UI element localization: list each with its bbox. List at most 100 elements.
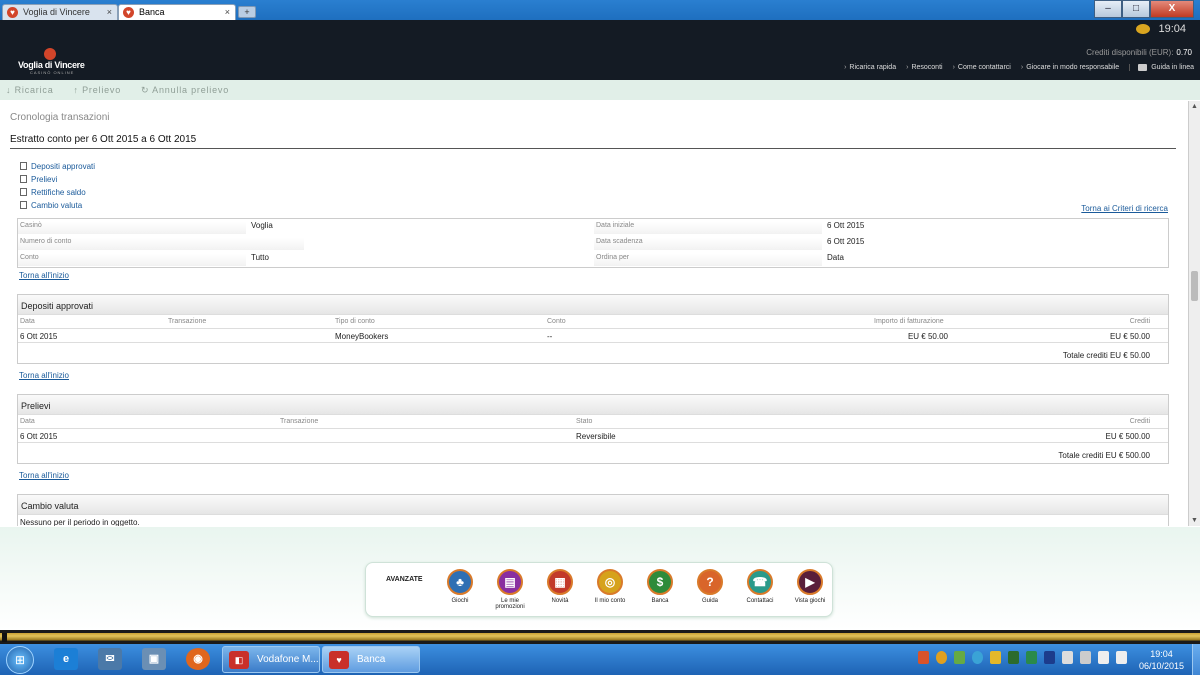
maximize-button[interactable]: □ bbox=[1122, 0, 1150, 18]
window-controls: – □ X bbox=[1094, 0, 1194, 18]
scroll-up-icon[interactable]: ▲ bbox=[1191, 103, 1198, 110]
dollar-icon: $ bbox=[647, 569, 673, 595]
tab-voglia-di-vincere[interactable]: ♥ Voglia di Vincere × bbox=[2, 4, 118, 20]
start-button[interactable]: ⊞ bbox=[6, 646, 34, 674]
browser-tab-strip: ♥ Voglia di Vincere × ♥ Banca × + – □ X bbox=[0, 0, 1200, 20]
banking-toolbar: ↓ Ricarica ↑ Prelievo ↻ Annulla prelievo bbox=[0, 80, 1200, 100]
dock-item-label: Novità bbox=[551, 598, 569, 604]
dock-item-banca[interactable]: $ Banca bbox=[640, 569, 680, 604]
end-date-value: 6 Ott 2015 bbox=[827, 237, 865, 246]
windows-taskbar: ⊞ e ✉ ▣ ◉ ◧ Vodafone M... ♥ Banca 19:04 … bbox=[0, 644, 1200, 675]
taskbar-app-label: Banca bbox=[357, 654, 386, 665]
tab-label: Banca bbox=[139, 7, 165, 17]
link-prelievi[interactable]: Prelievi bbox=[20, 175, 95, 188]
dock-item-label: Banca bbox=[651, 598, 669, 604]
currency-exchange-section: Cambio valuta Nessuno per il periodo in … bbox=[17, 494, 1169, 526]
new-tab-button[interactable]: + bbox=[238, 6, 256, 18]
help-icon: ? bbox=[697, 569, 723, 595]
bluetooth-icon[interactable] bbox=[1044, 651, 1055, 664]
scroll-thumb[interactable] bbox=[1191, 271, 1198, 301]
tray-app-icon[interactable] bbox=[918, 651, 929, 664]
minimize-button[interactable]: – bbox=[1094, 0, 1122, 18]
dock-item-label: Giochi bbox=[451, 598, 469, 604]
conto-value: Tutto bbox=[251, 253, 269, 262]
dock-item-giochi[interactable]: ♣ Giochi bbox=[440, 569, 480, 604]
prelievo-button[interactable]: ↑ Prelievo bbox=[74, 85, 122, 95]
taskbar-app-vodafone[interactable]: ◧ Vodafone M... bbox=[222, 646, 320, 673]
taskbar-app-banca[interactable]: ♥ Banca bbox=[322, 646, 420, 673]
row-status: Reversibile bbox=[576, 432, 616, 441]
breadcrumb: Cronologia transazioni bbox=[10, 112, 110, 123]
signal-icon[interactable] bbox=[1098, 651, 1109, 664]
link-rettifiche-saldo[interactable]: Rettifiche saldo bbox=[20, 188, 95, 201]
back-to-top-link[interactable]: Torna all'inizio bbox=[19, 471, 69, 480]
row-account-type: MoneyBookers bbox=[335, 332, 389, 341]
tray-update-icon[interactable] bbox=[972, 651, 983, 664]
tray-shield-icon[interactable] bbox=[1026, 651, 1037, 664]
dock-item-label: Vista giochi bbox=[794, 598, 826, 604]
ricarica-button[interactable]: ↓ Ricarica bbox=[6, 85, 54, 95]
back-to-top-link[interactable]: Torna all'inizio bbox=[19, 371, 69, 380]
tab-banca[interactable]: ♥ Banca × bbox=[118, 4, 236, 20]
nav-gioco-responsabile[interactable]: Giocare in modo responsabile bbox=[1021, 64, 1119, 71]
section-links: Depositi approvati Prelievi Rettifiche s… bbox=[20, 162, 95, 214]
logo-heart-icon bbox=[44, 48, 56, 60]
top-nav: Ricarica rapida Resoconti Come contattar… bbox=[844, 64, 1194, 71]
nav-come-contattarci[interactable]: Come contattarci bbox=[953, 64, 1011, 71]
link-depositi-approvati[interactable]: Depositi approvati bbox=[20, 162, 95, 175]
available-credits: Crediti disponibili (EUR): 0.70 bbox=[1086, 48, 1192, 57]
col-importo: Importo di fatturazione bbox=[874, 318, 944, 325]
end-date-label: Data scadenza bbox=[594, 238, 822, 250]
link-cambio-valuta[interactable]: Cambio valuta bbox=[20, 201, 95, 214]
close-tab-icon[interactable]: × bbox=[107, 7, 112, 17]
col-crediti: Crediti bbox=[1129, 318, 1150, 325]
col-transazione: Transazione bbox=[168, 318, 207, 325]
order-by-value: Data bbox=[827, 253, 844, 262]
nav-guida-in-linea[interactable]: Guida in linea bbox=[1129, 64, 1194, 71]
site-logo[interactable]: Voglia di Vincere CASINÒ ONLINE bbox=[8, 48, 88, 75]
annulla-prelievo-button[interactable]: ↻ Annulla prelievo bbox=[141, 85, 229, 96]
col-stato: Stato bbox=[576, 418, 593, 425]
casino-favicon-icon: ♥ bbox=[7, 7, 18, 18]
dock-item-vista-giochi[interactable]: ▶ Vista giochi bbox=[790, 569, 830, 604]
scroll-down-icon[interactable]: ▼ bbox=[1191, 517, 1198, 524]
back-to-search-criteria-link[interactable]: Torna ai Criteri di ricerca bbox=[1081, 204, 1168, 213]
deposits-section: Depositi approvati Data Transazione Tipo… bbox=[17, 294, 1169, 364]
firefox-icon[interactable]: ◉ bbox=[186, 648, 210, 670]
dock-item-mio-conto[interactable]: ◎ Il mio conto bbox=[590, 569, 630, 604]
header-time: 19:04 bbox=[1158, 23, 1186, 35]
tray-power-icon[interactable] bbox=[990, 651, 1001, 664]
volume-icon[interactable] bbox=[1116, 651, 1127, 664]
close-tab-icon[interactable]: × bbox=[225, 7, 230, 17]
tray-antivirus-icon[interactable] bbox=[936, 651, 947, 664]
show-desktop-button[interactable] bbox=[1192, 644, 1200, 675]
back-to-top-link[interactable]: Torna all'inizio bbox=[19, 271, 69, 280]
usb-icon[interactable] bbox=[1062, 651, 1073, 664]
dock-item-promozioni[interactable]: ▤ Le mie promozioni bbox=[490, 569, 530, 610]
battery-icon[interactable] bbox=[1080, 651, 1091, 664]
dock-item-label: Contattaci bbox=[746, 598, 774, 604]
dock-item-guida[interactable]: ? Guida bbox=[690, 569, 730, 604]
deposits-total: Totale crediti EU € 50.00 bbox=[18, 349, 1168, 363]
dock-label: AVANZATE bbox=[386, 576, 423, 583]
list-item: Nessuno per il periodo in oggetto. bbox=[18, 515, 1168, 526]
taskbar-clock[interactable]: 19:04 06/10/2015 bbox=[1139, 648, 1184, 672]
guide-label: Guida in linea bbox=[1151, 64, 1194, 71]
dock-item-contattaci[interactable]: ☎ Contattaci bbox=[740, 569, 780, 604]
internet-explorer-icon[interactable]: e bbox=[54, 648, 78, 670]
nav-ricarica-rapida[interactable]: Ricarica rapida bbox=[844, 64, 896, 71]
close-window-button[interactable]: X bbox=[1150, 0, 1194, 18]
deposits-column-headers: Data Transazione Tipo di conto Conto Imp… bbox=[18, 315, 1168, 329]
title-divider bbox=[10, 148, 1176, 149]
mail-icon[interactable]: ✉ bbox=[98, 648, 122, 670]
tray-network-icon[interactable] bbox=[954, 651, 965, 664]
total-credits: Totale crediti EU € 500.00 bbox=[1058, 451, 1150, 460]
files-icon[interactable]: ▣ bbox=[142, 648, 166, 670]
dock-item-novita[interactable]: ▦ Novità bbox=[540, 569, 580, 604]
tray-monitor-icon[interactable] bbox=[1008, 651, 1019, 664]
start-date-value: 6 Ott 2015 bbox=[827, 221, 865, 230]
content-scrollbar[interactable]: ▲ ▼ bbox=[1188, 101, 1200, 526]
nav-resoconti[interactable]: Resoconti bbox=[906, 64, 942, 71]
chat-icon bbox=[1138, 64, 1148, 71]
row-date: 6 Ott 2015 bbox=[20, 432, 58, 441]
